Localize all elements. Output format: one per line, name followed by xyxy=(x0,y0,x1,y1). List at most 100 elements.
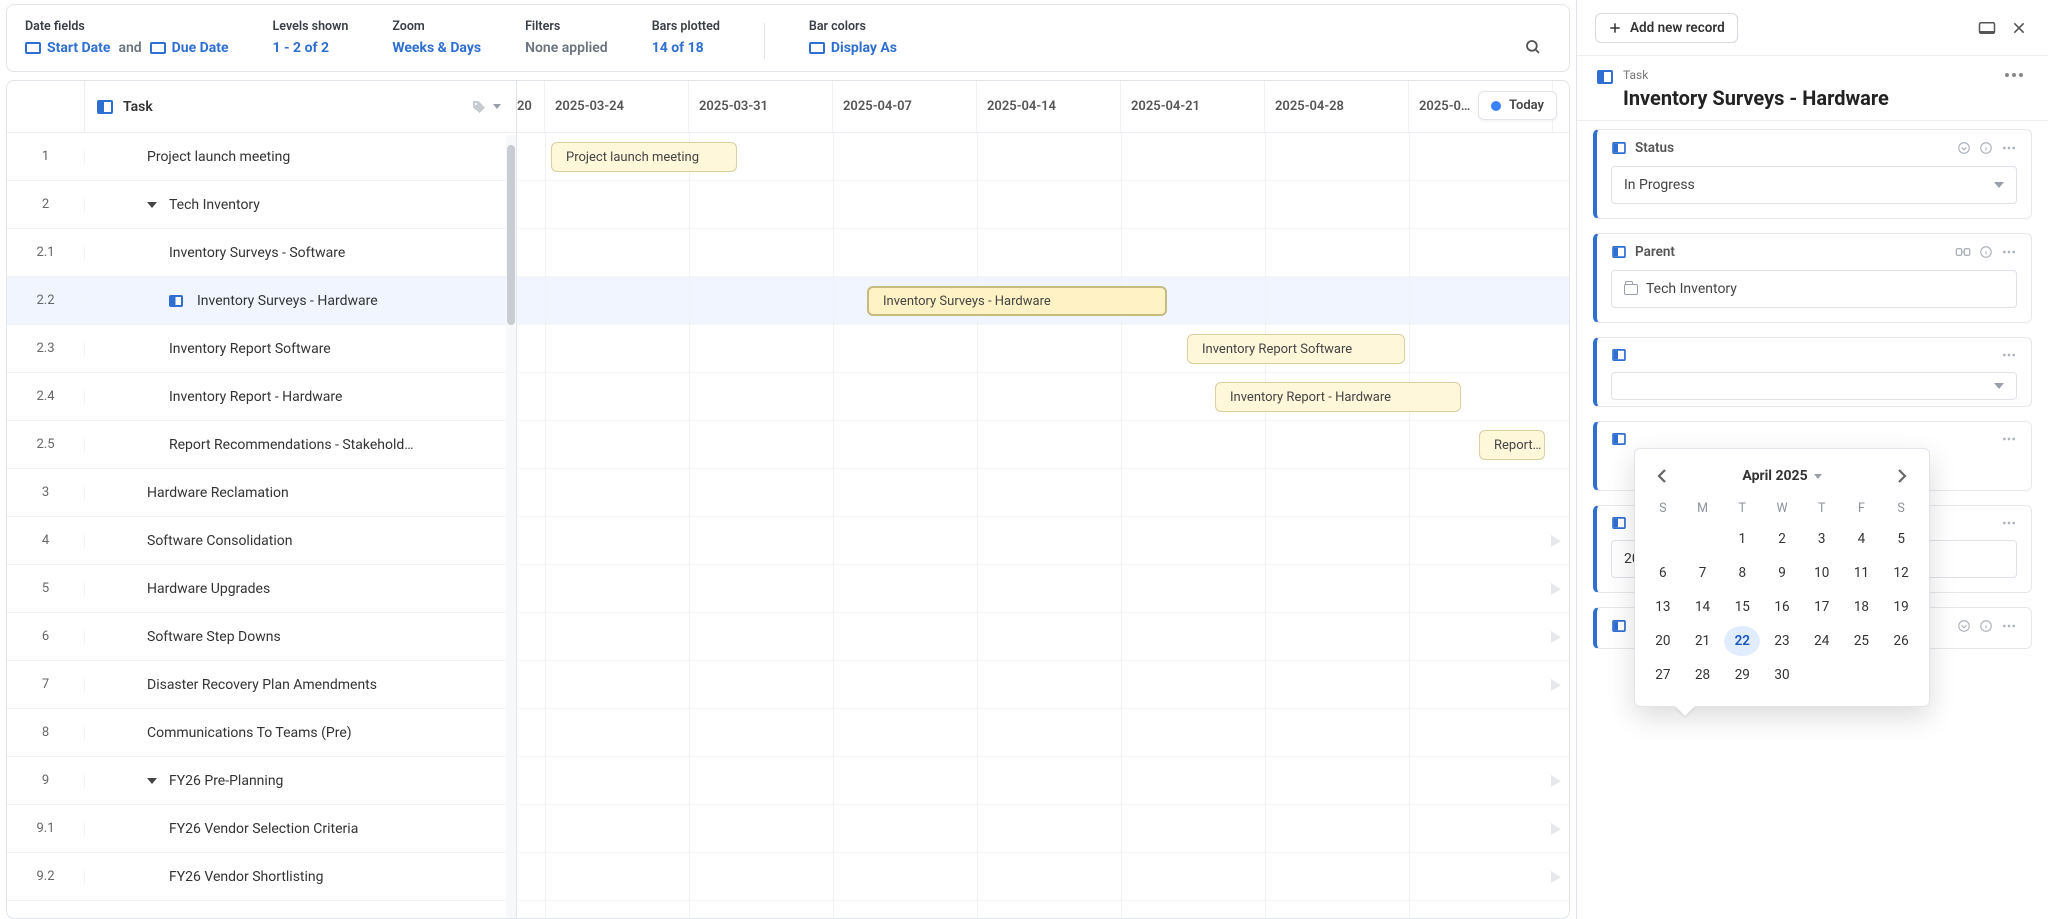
calendar-day[interactable]: 1 xyxy=(1724,524,1760,554)
timeline-row[interactable] xyxy=(517,517,1569,565)
task-row[interactable]: 6Software Step Downs xyxy=(7,613,516,661)
calendar-day[interactable]: 7 xyxy=(1685,558,1721,588)
field-menu-button[interactable] xyxy=(2001,353,2017,357)
link-icon[interactable] xyxy=(1955,246,1971,258)
parent-select[interactable]: Tech Inventory xyxy=(1611,270,2017,308)
field-menu-button[interactable] xyxy=(2001,250,2017,254)
info-icon[interactable] xyxy=(1979,619,1993,633)
task-row[interactable]: 2.2Inventory Surveys - Hardware xyxy=(7,277,516,325)
timeline-row[interactable] xyxy=(517,229,1569,277)
timeline-row[interactable] xyxy=(517,853,1569,901)
task-row[interactable]: 2.1Inventory Surveys - Software xyxy=(7,229,516,277)
calendar-prev-button[interactable] xyxy=(1649,465,1675,487)
calendar-next-button[interactable] xyxy=(1889,465,1915,487)
task-row[interactable]: 3Hardware Reclamation xyxy=(7,469,516,517)
task-row[interactable]: 1Project launch meeting xyxy=(7,133,516,181)
calendar-day[interactable]: 10 xyxy=(1804,558,1840,588)
gantt-bar[interactable]: Report… xyxy=(1479,430,1545,460)
timeline-row[interactable] xyxy=(517,613,1569,661)
info-icon[interactable] xyxy=(1979,245,1993,259)
calendar-day[interactable]: 19 xyxy=(1883,592,1919,622)
collapse-icon[interactable] xyxy=(1957,141,1971,155)
status-select[interactable]: In Progress xyxy=(1611,166,2017,204)
field-menu-button[interactable] xyxy=(2001,521,2017,525)
date-picker[interactable]: April 2025 SMTWTFS··12345678910111213141… xyxy=(1634,448,1930,707)
scrollbar-thumb[interactable] xyxy=(507,145,515,325)
calendar-day[interactable]: 24 xyxy=(1804,626,1840,656)
calendar-day[interactable]: 4 xyxy=(1844,524,1880,554)
calendar-day[interactable]: 28 xyxy=(1685,660,1721,690)
caret-down-icon[interactable] xyxy=(147,202,157,208)
timeline-row[interactable] xyxy=(517,325,1569,373)
calendar-day[interactable]: 17 xyxy=(1804,592,1840,622)
task-row[interactable]: 2.4Inventory Report - Hardware xyxy=(7,373,516,421)
gantt-bar[interactable]: Inventory Report Software xyxy=(1187,334,1405,364)
calendar-day[interactable]: 26 xyxy=(1883,626,1919,656)
timeline-row[interactable] xyxy=(517,181,1569,229)
timeline-row[interactable] xyxy=(517,805,1569,853)
today-button[interactable]: Today xyxy=(1478,91,1557,120)
calendar-day[interactable]: 2 xyxy=(1764,524,1800,554)
calendar-day[interactable]: 5 xyxy=(1883,524,1919,554)
zoom[interactable]: Zoom Weeks & Days xyxy=(392,19,481,56)
calendar-day[interactable]: 22 xyxy=(1724,626,1760,656)
calendar-day[interactable]: 13 xyxy=(1645,592,1681,622)
calendar-day[interactable]: 25 xyxy=(1844,626,1880,656)
task-row[interactable]: 5Hardware Upgrades xyxy=(7,565,516,613)
timeline-row[interactable] xyxy=(517,709,1569,757)
calendar-day[interactable]: 11 xyxy=(1844,558,1880,588)
calendar-day[interactable]: 9 xyxy=(1764,558,1800,588)
panel-menu-button[interactable] xyxy=(2000,68,2028,82)
field-menu-button[interactable] xyxy=(2001,146,2017,150)
calendar-day[interactable]: 6 xyxy=(1645,558,1681,588)
timeline-row[interactable] xyxy=(517,469,1569,517)
calendar-day[interactable]: 21 xyxy=(1685,626,1721,656)
calendar-day[interactable]: 15 xyxy=(1724,592,1760,622)
close-button[interactable] xyxy=(2008,17,2030,39)
timeline-row[interactable] xyxy=(517,661,1569,709)
calendar-day[interactable]: 8 xyxy=(1724,558,1760,588)
calendar-title[interactable]: April 2025 xyxy=(1683,468,1881,484)
tag-dropdown[interactable] xyxy=(456,99,516,115)
date-fields[interactable]: Date fields Start Date and Due Date xyxy=(25,19,229,56)
hidden-select-1[interactable] xyxy=(1611,372,2017,400)
task-row[interactable]: 9.2FY26 Vendor Shortlisting xyxy=(7,853,516,901)
gantt-bar[interactable]: Inventory Report - Hardware xyxy=(1215,382,1461,412)
bar-colors[interactable]: Bar colors Display As xyxy=(809,19,897,56)
timeline-row[interactable] xyxy=(517,421,1569,469)
calendar-day[interactable]: 30 xyxy=(1764,660,1800,690)
add-record-button[interactable]: Add new record xyxy=(1595,13,1738,43)
task-row[interactable]: 2.3Inventory Report Software xyxy=(7,325,516,373)
filters[interactable]: Filters None applied xyxy=(525,19,608,56)
collapse-icon[interactable] xyxy=(1957,619,1971,633)
field-menu-button[interactable] xyxy=(2001,437,2017,441)
timeline-row[interactable] xyxy=(517,565,1569,613)
timeline-row[interactable] xyxy=(517,757,1569,805)
task-row[interactable]: 7Disaster Recovery Plan Amendments xyxy=(7,661,516,709)
field-menu-button[interactable] xyxy=(2001,624,2017,628)
expand-button[interactable] xyxy=(1976,17,1998,39)
gantt-bar[interactable]: Inventory Surveys - Hardware xyxy=(867,286,1167,316)
gantt-bar[interactable]: Project launch meeting xyxy=(551,142,737,172)
scrollbar[interactable] xyxy=(506,135,516,918)
levels-shown[interactable]: Levels shown 1 - 2 of 2 xyxy=(273,19,349,56)
calendar-day[interactable]: 18 xyxy=(1844,592,1880,622)
caret-down-icon[interactable] xyxy=(147,778,157,784)
calendar-day[interactable]: 16 xyxy=(1764,592,1800,622)
calendar-day[interactable]: 23 xyxy=(1764,626,1800,656)
calendar-day[interactable]: 3 xyxy=(1804,524,1840,554)
calendar-day[interactable]: 12 xyxy=(1883,558,1919,588)
calendar-day[interactable]: 27 xyxy=(1645,660,1681,690)
task-row[interactable]: 8Communications To Teams (Pre) xyxy=(7,709,516,757)
search-button[interactable] xyxy=(1519,33,1547,61)
task-row[interactable]: 2Tech Inventory xyxy=(7,181,516,229)
task-row[interactable]: 9.1FY26 Vendor Selection Criteria xyxy=(7,805,516,853)
info-icon[interactable] xyxy=(1979,141,1993,155)
calendar-day[interactable]: 20 xyxy=(1645,626,1681,656)
bars-plotted[interactable]: Bars plotted 14 of 18 xyxy=(652,19,720,56)
calendar-day[interactable]: 14 xyxy=(1685,592,1721,622)
task-row[interactable]: 9FY26 Pre-Planning xyxy=(7,757,516,805)
task-row[interactable]: 4Software Consolidation xyxy=(7,517,516,565)
calendar-day[interactable]: 29 xyxy=(1724,660,1760,690)
task-row[interactable]: 2.5Report Recommendations - Stakehold… xyxy=(7,421,516,469)
